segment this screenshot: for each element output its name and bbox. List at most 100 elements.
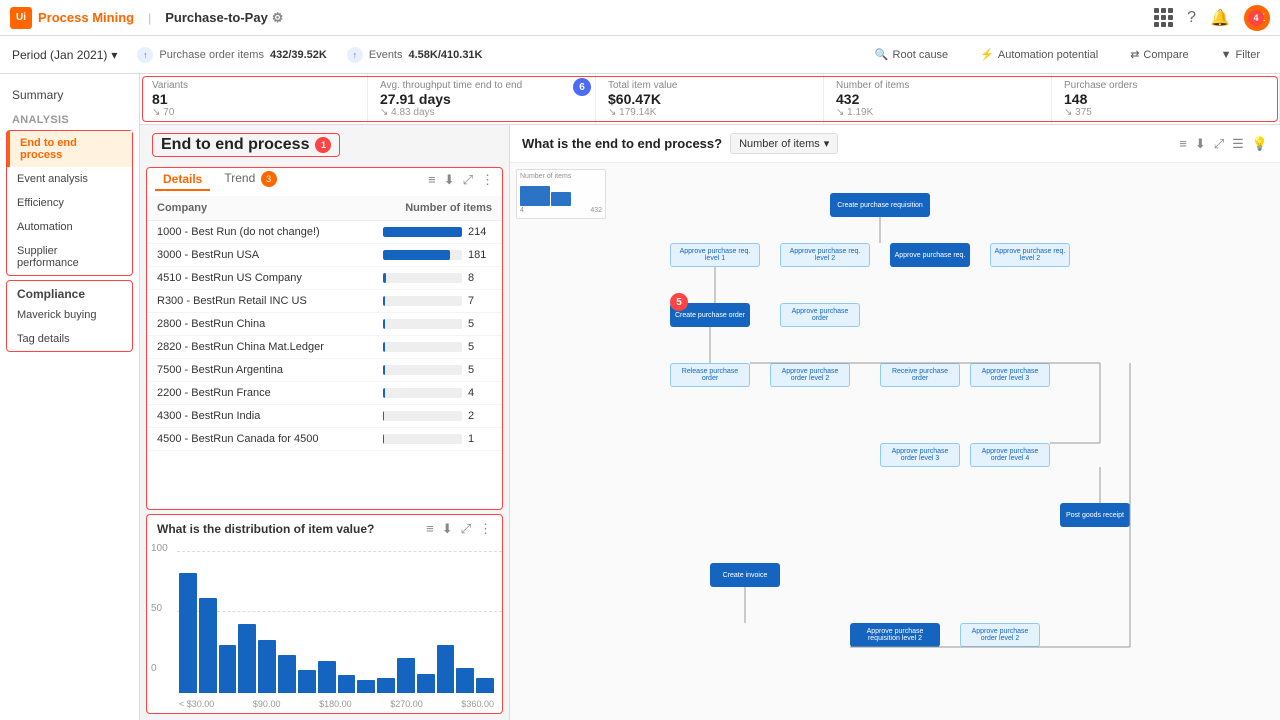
dist-bar (456, 668, 474, 693)
dist-more-icon[interactable]: ⋮ (479, 521, 492, 537)
dist-chart: 100 50 0 < $30.00 $90.00 $180.00 (147, 539, 502, 713)
stat-throughput: 6 Avg. throughput time end to end 27.91 … (368, 74, 596, 124)
stat-item-value: Total item value $60.47K ↘ 179.14K (596, 74, 824, 124)
proc-expand-icon[interactable]: ⤢ (1214, 136, 1224, 152)
table-row: R300 - BestRun Retail INC US 7 (147, 290, 502, 313)
proc-list-icon[interactable]: ☰ (1232, 136, 1244, 152)
expand-icon[interactable]: ⤢ (463, 172, 473, 188)
company-table: Company Number of items 1000 - Best Run … (147, 196, 502, 451)
proc-info-icon[interactable]: 💡 (1252, 136, 1268, 152)
proc-node-goods: Post goods receipt (1060, 503, 1130, 527)
page-title-row: End to end process 1 (140, 125, 509, 161)
y-line-100 (177, 551, 502, 552)
process-canvas[interactable]: Number of items 4432 5 (510, 163, 1280, 720)
process-filter-select[interactable]: Number of items ▾ (730, 133, 838, 154)
proc-node-2c: Approve purchase req. (890, 243, 970, 267)
stat-purchase-orders-box: Purchase orders 148 ↘ 375 (1052, 74, 1280, 124)
sidebar-item-supplier[interactable]: Supplier performance (7, 239, 132, 275)
trend-badge: 3 (261, 171, 277, 187)
proc-download-icon[interactable]: ⬇ (1195, 136, 1206, 152)
table-scroll[interactable]: Company Number of items 1000 - Best Run … (147, 196, 502, 451)
period-select[interactable]: Period (Jan 2021) ▾ (12, 48, 117, 62)
logo-box: Ui (10, 7, 32, 29)
table-row: 4510 - BestRun US Company 8 (147, 267, 502, 290)
process-panel-title: What is the end to end process? (522, 136, 722, 151)
dist-bar (377, 678, 395, 693)
dist-title: What is the distribution of item value? (157, 522, 374, 536)
sidebar-item-maverick[interactable]: Maverick buying (7, 303, 132, 327)
proc-node-5a: Approve purchase order level 3 (880, 443, 960, 467)
grid-icon[interactable] (1154, 8, 1173, 27)
stat-number-items: Number of items 432 ↘ 1.19K (824, 74, 1052, 124)
dist-expand-icon[interactable]: ⤢ (461, 521, 471, 537)
filter-chevron: ▾ (824, 137, 830, 150)
proc-node-2b: Approve purchase req. level 2 (780, 243, 870, 267)
sidebar-item-automation[interactable]: Automation (7, 215, 132, 239)
stat-badge-2: ↑ (347, 47, 363, 63)
proc-node-4b: Approve purchase order level 2 (770, 363, 850, 387)
proc-node-4c: Receive purchase order (880, 363, 960, 387)
compare-btn[interactable]: ⇄ Compare (1122, 44, 1196, 65)
tab-trend[interactable]: Trend 3 (216, 168, 284, 192)
proc-node-approve-level2b: Approve purchase order level 2 (960, 623, 1040, 647)
download-icon[interactable]: ⬇ (444, 172, 455, 188)
logo: Ui Process Mining (10, 7, 134, 29)
table-row: 4300 - BestRun India 2 (147, 405, 502, 428)
process-panel: What is the end to end process? Number o… (510, 125, 1280, 720)
distribution-panel: What is the distribution of item value? … (146, 514, 503, 714)
dist-bar (476, 678, 494, 693)
dist-filter-icon[interactable]: ≡ (426, 521, 434, 537)
main-layout: Summary Analysis End to end process Even… (0, 74, 1280, 720)
dist-bar (219, 645, 237, 693)
more-icon[interactable]: ⋮ (481, 172, 494, 188)
process-panel-icons: ≡ ⬇ ⤢ ☰ 💡 (1179, 136, 1268, 152)
proc-filter-icon[interactable]: ≡ (1179, 136, 1187, 152)
sidebar-item-event-analysis[interactable]: Event analysis (7, 167, 132, 191)
x-labels: < $30.00 $90.00 $180.00 $270.00 $360.00 (179, 699, 494, 709)
sidebar-item-tag[interactable]: Tag details (7, 327, 132, 351)
tab-details[interactable]: Details (155, 169, 210, 191)
root-cause-btn[interactable]: 🔍 Root cause (867, 44, 956, 65)
dist-bar (199, 598, 217, 693)
dist-bar (238, 624, 256, 693)
sidebar-analysis-title: Analysis (0, 108, 139, 128)
sidebar-item-end-to-end[interactable]: End to end process (7, 131, 132, 167)
table-row: 4500 - BestRun Canada for 4500 1 (147, 428, 502, 451)
sidebar-item-summary[interactable]: Summary (0, 82, 139, 108)
dist-bars (179, 573, 494, 693)
chevron-icon: ▾ (111, 48, 117, 62)
page-title: End to end process (161, 136, 309, 154)
proc-canvas-wrapper: Number of items 4432 5 (510, 163, 1280, 720)
dist-bar (397, 658, 415, 693)
col-number-items[interactable]: Number of items (373, 196, 502, 221)
filter-icon[interactable]: ≡ (428, 172, 436, 188)
help-icon[interactable]: ? (1187, 9, 1196, 27)
proc-node-2a: Approve purchase req. level 1 (670, 243, 760, 267)
filter-btn[interactable]: ▼ Filter (1213, 45, 1268, 65)
proc-node-invoice: Create invoice (710, 563, 780, 587)
minimap: Number of items 4432 (516, 169, 606, 219)
stat-events: ↑ Events 4.58K/410.31K (347, 47, 483, 63)
dist-bar (437, 645, 455, 693)
dist-header: What is the distribution of item value? … (147, 515, 502, 539)
panels-row: End to end process 1 Details Trend 3 (140, 125, 1280, 720)
proc-node-1: Create purchase requisition (830, 193, 930, 217)
proc-node-2d: Approve purchase req. level 2 (990, 243, 1070, 267)
col-company[interactable]: Company (147, 196, 373, 221)
y-label-0: 0 (151, 663, 157, 674)
automation-potential-btn[interactable]: ⚡ Automation potential (972, 44, 1106, 65)
stat-purchase-orders: ↑ Purchase order items 432/39.52K (137, 47, 326, 63)
dist-bar (338, 675, 356, 693)
dist-bar (258, 640, 276, 693)
y-label-50: 50 (151, 603, 162, 614)
app-name: Process Mining (38, 10, 134, 25)
settings-icon[interactable]: ⚙ (272, 10, 284, 26)
dist-download-icon[interactable]: ⬇ (442, 521, 453, 537)
table-panel: Details Trend 3 ≡ ⬇ ⤢ ⋮ (146, 167, 503, 510)
sidebar-item-efficiency[interactable]: Efficiency (7, 191, 132, 215)
left-panels: End to end process 1 Details Trend 3 (140, 125, 510, 720)
period-bar: Period (Jan 2021) ▾ ↑ Purchase order ite… (0, 36, 1280, 74)
table-row: 3000 - BestRun USA 181 (147, 244, 502, 267)
process-panel-header: What is the end to end process? Number o… (510, 125, 1280, 163)
bell-icon[interactable]: 🔔 (1210, 8, 1230, 28)
